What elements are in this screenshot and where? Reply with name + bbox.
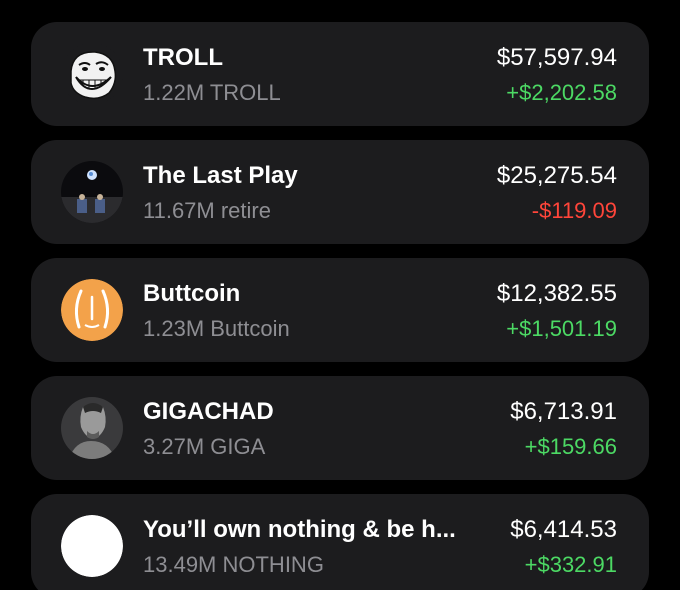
token-amount: 3.27M GIGA <box>143 434 266 459</box>
token-row-the-last-play[interactable]: The Last Play 11.67M retire $25,275.54 -… <box>31 140 649 244</box>
token-change: -$119.09 <box>531 198 617 223</box>
token-row-gigachad[interactable]: GIGACHAD 3.27M GIGA $6,713.91 +$159.66 <box>31 376 649 480</box>
token-value: $25,275.54 <box>496 162 617 189</box>
gigachad-icon <box>61 397 123 459</box>
token-amount: 11.67M retire <box>143 198 271 223</box>
token-value: $12,382.55 <box>496 280 617 307</box>
token-amount: 13.49M NOTHING <box>143 552 324 577</box>
token-change: +$1,501.19 <box>506 316 617 341</box>
token-change: +$159.66 <box>524 434 617 459</box>
token-name: You’ll own nothing & be h... <box>143 516 456 543</box>
token-row-nothing[interactable]: You’ll own nothing & be h... 13.49M NOTH… <box>31 494 649 590</box>
token-value: $57,597.94 <box>496 44 617 71</box>
last-play-icon <box>61 161 123 223</box>
token-value: $6,414.53 <box>510 516 617 543</box>
buttcoin-icon <box>61 279 123 341</box>
token-name: Buttcoin <box>143 280 241 307</box>
token-name: TROLL <box>143 44 223 71</box>
token-name: GIGACHAD <box>143 398 274 425</box>
token-change: +$332.91 <box>524 552 617 577</box>
token-row-buttcoin[interactable]: Buttcoin 1.23M Buttcoin $12,382.55 +$1,5… <box>31 258 649 362</box>
token-value: $6,713.91 <box>510 398 617 425</box>
token-amount: 1.23M Buttcoin <box>143 316 290 341</box>
token-amount: 1.22M TROLL <box>143 80 281 105</box>
token-holdings-list: TROLL 1.22M TROLL $57,597.94 +$2,202.58 … <box>0 0 680 590</box>
token-name: The Last Play <box>143 162 298 189</box>
token-row-troll[interactable]: TROLL 1.22M TROLL $57,597.94 +$2,202.58 <box>31 22 649 126</box>
token-change: +$2,202.58 <box>506 80 617 105</box>
troll-face-icon <box>61 43 123 105</box>
white-circle-icon <box>61 515 123 577</box>
